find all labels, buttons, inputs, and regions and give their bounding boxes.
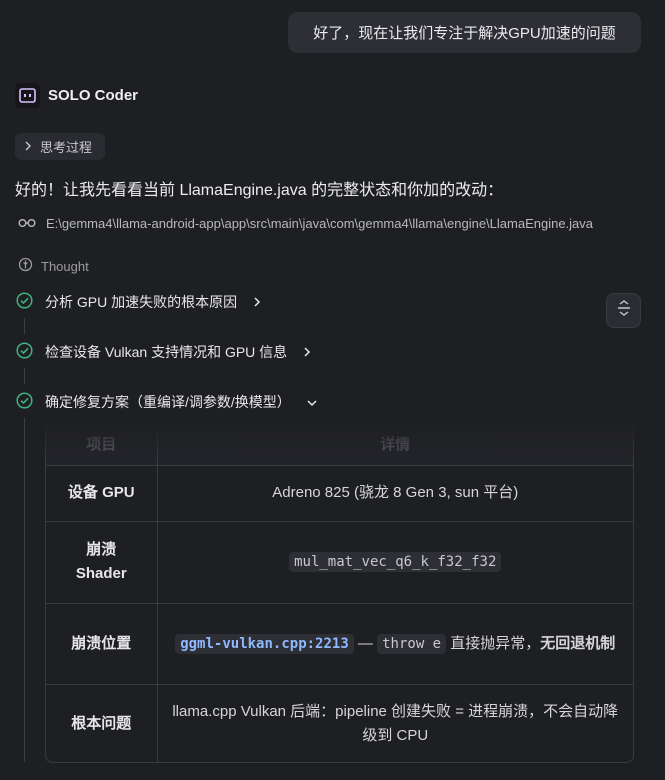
collapse-expand-button[interactable] xyxy=(606,293,641,328)
user-message-bubble: 好了，现在让我们专注于解决GPU加速的问题 xyxy=(288,12,641,53)
solo-coder-logo-icon xyxy=(15,83,40,108)
glasses-icon xyxy=(18,216,36,231)
step-connector xyxy=(24,418,25,762)
chevron-right-icon xyxy=(253,294,261,310)
check-circle-icon xyxy=(16,292,33,312)
thought-row[interactable]: Thought xyxy=(18,257,89,275)
step-item-3[interactable]: 确定修复方案（重编译/调参数/换模型） xyxy=(16,392,317,412)
shader-code: mul_mat_vec_q6_k_f32_f32 xyxy=(289,552,502,572)
row-detail: llama.cpp Vulkan 后端：pipeline 创建失败 = 进程崩溃… xyxy=(172,703,619,745)
chevron-right-icon xyxy=(24,139,32,154)
table-row: 根本问题 llama.cpp Vulkan 后端：pipeline 创建失败 =… xyxy=(46,684,633,762)
thinking-process-toggle[interactable]: 思考过程 xyxy=(15,133,105,160)
lightbulb-icon xyxy=(18,257,33,275)
thought-label: Thought xyxy=(41,258,89,274)
diagnosis-table: 项目 详情 设备 GPU Adreno 825 (骁龙 8 Gen 3, sun… xyxy=(45,421,634,763)
collapse-vertical-icon xyxy=(617,300,631,321)
row-item: 根本问题 xyxy=(46,684,158,762)
table-row: 崩溃位置 ggml-vulkan.cpp:2213 — throw e 直接抛异… xyxy=(46,603,633,685)
chevron-down-icon xyxy=(307,394,317,410)
column-header: 项目 xyxy=(46,422,158,466)
step-item-2[interactable]: 检查设备 Vulkan 支持情况和 GPU 信息 xyxy=(16,342,311,362)
detail-separator: — xyxy=(353,634,378,652)
source-location-link[interactable]: ggml-vulkan.cpp:2213 xyxy=(175,633,354,654)
step-label: 确定修复方案（重编译/调参数/换模型） xyxy=(45,394,291,410)
step-label: 检查设备 Vulkan 支持情况和 GPU 信息 xyxy=(45,344,288,360)
step-label: 分析 GPU 加速失败的根本原因 xyxy=(45,294,238,310)
step-item-1[interactable]: 分析 GPU 加速失败的根本原因 xyxy=(16,292,261,312)
row-item: 崩溃 Shader xyxy=(46,521,158,604)
table-row: 崩溃 Shader mul_mat_vec_q6_k_f32_f32 xyxy=(46,521,633,604)
row-item: 崩溃位置 xyxy=(46,603,158,685)
user-message-text: 好了，现在让我们专注于解决GPU加速的问题 xyxy=(313,25,616,42)
agent-header: SOLO Coder xyxy=(15,83,138,108)
row-detail: Adreno 825 (骁龙 8 Gen 3, sun 平台) xyxy=(157,465,633,522)
table-header-row: 项目 详情 xyxy=(46,422,633,466)
assistant-intro-text: 好的！让我先看看当前 LlamaEngine.java 的完整状态和你加的改动： xyxy=(15,182,504,199)
check-circle-icon xyxy=(16,392,33,412)
step-connector xyxy=(24,318,25,334)
table-row: 设备 GPU Adreno 825 (骁龙 8 Gen 3, sun 平台) xyxy=(46,465,633,522)
file-read-row[interactable]: E:\gemma4\llama-android-app\app\src\main… xyxy=(18,216,593,231)
column-header: 详情 xyxy=(157,422,633,466)
detail-text: 直接抛异常， xyxy=(446,634,541,652)
row-detail: mul_mat_vec_q6_k_f32_f32 xyxy=(157,521,633,604)
row-item: 设备 GPU xyxy=(46,465,158,522)
row-detail: ggml-vulkan.cpp:2213 — throw e 直接抛异常，无回退… xyxy=(157,603,633,685)
agent-name: SOLO Coder xyxy=(48,87,139,104)
check-circle-icon xyxy=(16,342,33,362)
chevron-right-icon xyxy=(303,344,311,360)
detail-bold: 无回退机制 xyxy=(540,634,616,652)
file-path: E:\gemma4\llama-android-app\app\src\main… xyxy=(46,216,594,231)
throw-code: throw e xyxy=(377,633,447,654)
thinking-toggle-label: 思考过程 xyxy=(40,140,93,155)
step-connector xyxy=(24,368,25,384)
